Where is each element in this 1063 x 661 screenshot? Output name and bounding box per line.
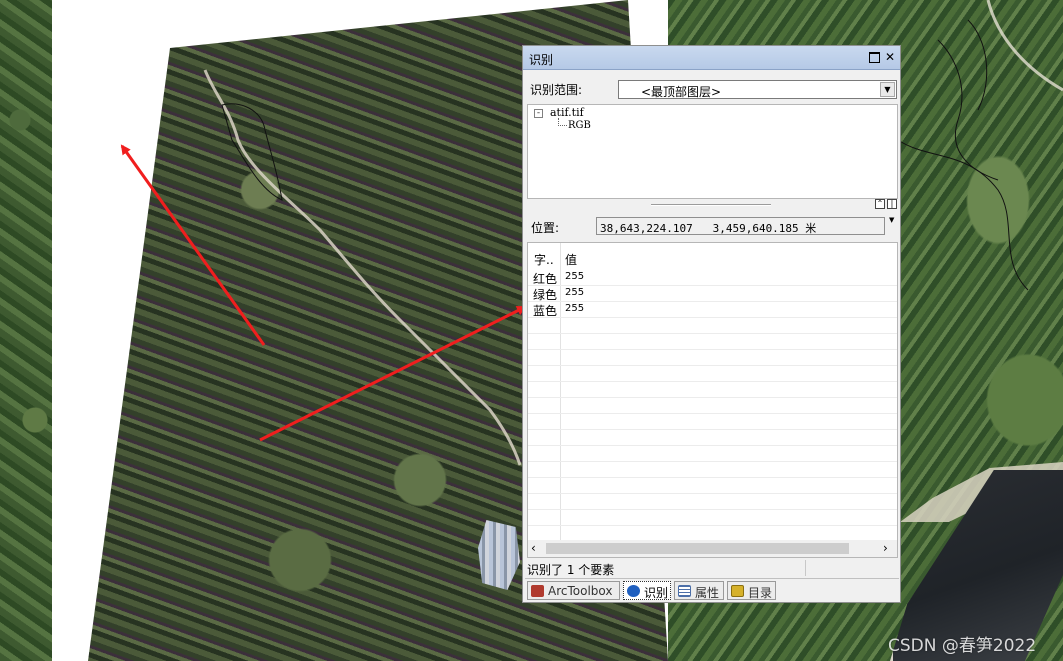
tree-item-rgb[interactable]: RGB xyxy=(568,120,591,131)
tab-label: 识别 xyxy=(644,586,669,600)
field-row-blue[interactable]: 蓝色 255 xyxy=(528,301,897,318)
catalog-icon xyxy=(731,585,744,597)
scrollbar-thumb[interactable] xyxy=(546,543,849,554)
attributes-icon xyxy=(678,585,691,597)
collapse-up-icon[interactable]: ⌃ xyxy=(875,199,885,209)
dock-tab-strip: ArcToolbox 识别 属性 目录 xyxy=(525,578,899,600)
horizontal-scrollbar[interactable]: ‹ › xyxy=(528,540,897,557)
identify-from-dropdown[interactable]: <最顶部图层> ▼ xyxy=(618,80,897,99)
grid-line xyxy=(528,365,897,366)
grid-line xyxy=(528,525,897,526)
grid-line xyxy=(528,509,897,510)
chevron-down-icon[interactable]: ▼ xyxy=(880,82,895,97)
location-label: 位置: xyxy=(531,221,560,235)
window-title: 识别 xyxy=(529,53,554,67)
identify-from-value: <最顶部图层> xyxy=(641,85,722,99)
grid-line xyxy=(528,381,897,382)
tree-connector xyxy=(558,118,567,126)
toolbox-icon xyxy=(531,585,544,597)
location-field: 38,643,224.107 3,459,640.185 米 xyxy=(596,217,885,235)
column-header-value[interactable]: 值 xyxy=(565,251,577,268)
field-values-grid[interactable]: 字.. 值 红色 255 绿色 255 蓝色 255 ‹ › xyxy=(527,242,898,558)
scroll-right-icon[interactable]: › xyxy=(883,541,888,555)
watermark-text: CSDN @春笋2022 xyxy=(888,636,1037,656)
location-value: 38,643,224.107 3,459,640.185 米 xyxy=(600,222,817,235)
grid-line xyxy=(528,493,897,494)
tab-label: ArcToolbox xyxy=(548,584,613,598)
grid-line xyxy=(528,413,897,414)
status-divider xyxy=(805,560,806,576)
identify-icon xyxy=(627,585,640,597)
grid-line xyxy=(528,333,897,334)
grid-line xyxy=(528,477,897,478)
grid-line xyxy=(528,317,897,318)
split-toggle-icon[interactable]: | xyxy=(887,199,897,209)
field-row-red[interactable]: 红色 255 xyxy=(528,269,897,286)
status-text: 识别了 1 个要素 xyxy=(527,563,615,577)
collapse-icon[interactable]: - xyxy=(534,109,543,118)
grid-line xyxy=(528,397,897,398)
field-value: 255 xyxy=(565,287,585,298)
grid-line xyxy=(528,461,897,462)
tab-attributes[interactable]: 属性 xyxy=(674,581,724,600)
tab-catalog[interactable]: 目录 xyxy=(727,581,776,600)
tab-label: 目录 xyxy=(748,586,773,600)
grid-line xyxy=(528,301,897,302)
identify-results-tree[interactable]: - atif.tif RGB xyxy=(527,104,898,199)
splitter-grip[interactable] xyxy=(651,204,771,206)
pane-splitter[interactable]: ⌃ | xyxy=(527,199,898,211)
identify-title-bar[interactable]: 识别 ✕ xyxy=(523,46,900,70)
tab-arctoolbox[interactable]: ArcToolbox xyxy=(527,581,620,600)
field-value: 255 xyxy=(565,303,585,314)
grid-line xyxy=(528,445,897,446)
grid-line xyxy=(528,429,897,430)
identify-from-label: 识别范围: xyxy=(530,83,583,97)
column-header-field[interactable]: 字.. xyxy=(534,251,554,268)
basemap-imagery-left xyxy=(0,0,52,661)
location-units-dropdown-icon[interactable]: ▼ xyxy=(889,216,894,224)
tab-identify[interactable]: 识别 xyxy=(623,581,671,600)
close-icon[interactable]: ✕ xyxy=(883,50,897,64)
grid-line xyxy=(528,349,897,350)
scroll-left-icon[interactable]: ‹ xyxy=(531,541,536,555)
field-value: 255 xyxy=(565,271,585,282)
identify-window[interactable]: 识别 ✕ 识别范围: <最顶部图层> ▼ - atif.tif RGB ⌃ | … xyxy=(522,45,901,603)
maximize-icon[interactable] xyxy=(867,50,881,64)
tab-label: 属性 xyxy=(695,586,720,600)
grid-line xyxy=(528,285,897,286)
field-row-green[interactable]: 绿色 255 xyxy=(528,285,897,302)
